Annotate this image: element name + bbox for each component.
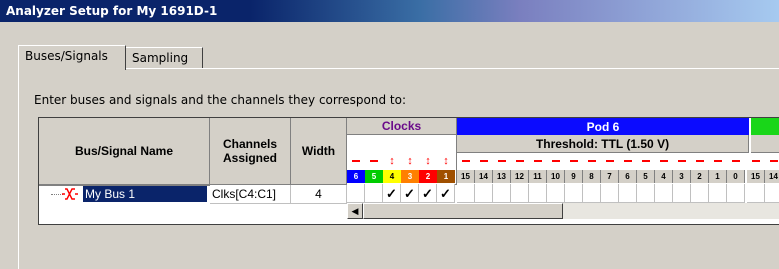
pod-channel-label: 11: [529, 170, 547, 183]
pod-channel-cell[interactable]: [457, 184, 475, 203]
pod-channel-cell[interactable]: [765, 184, 779, 203]
window-title: Analyzer Setup for My 1691D-1: [6, 4, 218, 18]
pod-6-threshold[interactable]: Threshold: TTL (1.50 V): [457, 135, 749, 153]
tab-sampling[interactable]: Sampling: [125, 47, 203, 68]
clock-check-cell[interactable]: ✓: [419, 184, 437, 203]
instructions-text: Enter buses and signals and the channels…: [34, 93, 407, 107]
pod-channel-cell[interactable]: [583, 184, 601, 203]
clock-label: 5: [365, 170, 383, 183]
pod-6-header: Pod 6: [457, 118, 749, 135]
pod-channel-label: 10: [547, 170, 565, 183]
pod-channel-marker[interactable]: [655, 152, 673, 170]
pod-channel-label: 15: [457, 170, 475, 183]
clock-check-cell[interactable]: ✓: [437, 184, 455, 203]
pod-channel-cell[interactable]: [529, 184, 547, 203]
clock-label: 4: [383, 170, 401, 183]
bus-name-field[interactable]: My Bus 1: [83, 186, 207, 202]
pod-channel-label: 14: [765, 170, 779, 183]
pod-channel-cell[interactable]: [475, 184, 493, 203]
clock-check-cell[interactable]: [347, 184, 365, 203]
clocks-header: Clocks: [347, 118, 457, 135]
pod-channel-marker[interactable]: [691, 152, 709, 170]
clock-edge-marker[interactable]: ↕: [401, 152, 419, 170]
pod-channel-label: 0: [727, 170, 745, 183]
pod-channel-label: 13: [493, 170, 511, 183]
pod-channel-marker[interactable]: [747, 152, 765, 170]
pod-channel-cell[interactable]: [547, 184, 565, 203]
pod-channel-marker[interactable]: [727, 152, 745, 170]
pod-channel-label: 9: [565, 170, 583, 183]
pod-channel-marker[interactable]: [765, 152, 779, 170]
pod-channel-cell[interactable]: [709, 184, 727, 203]
bus-icon: [62, 188, 78, 203]
table-row: My Bus 1: [39, 185, 210, 204]
pod-channel-marker[interactable]: [457, 152, 475, 170]
pod-channel-label: 2: [691, 170, 709, 183]
clock-label: 2: [419, 170, 437, 183]
clock-dash-marker[interactable]: [365, 152, 383, 170]
width-header: Width: [291, 118, 347, 185]
pod-channel-marker[interactable]: [709, 152, 727, 170]
scroll-thumb[interactable]: [363, 203, 563, 219]
pod-channel-cell[interactable]: [637, 184, 655, 203]
pod-channel-cell[interactable]: [673, 184, 691, 203]
pod-channel-cell[interactable]: [747, 184, 765, 203]
pod-channel-label: 1: [709, 170, 727, 183]
pod-channel-label: 14: [475, 170, 493, 183]
pod-channel-cell[interactable]: [565, 184, 583, 203]
bus-signal-name-header: Bus/Signal Name: [39, 118, 210, 185]
pod-channel-cell[interactable]: [727, 184, 745, 203]
pod-channel-marker[interactable]: [601, 152, 619, 170]
pod-channel-cell[interactable]: [601, 184, 619, 203]
pod-channel-label: 12: [511, 170, 529, 183]
pod-channel-marker[interactable]: [583, 152, 601, 170]
clock-edge-marker[interactable]: ↕: [383, 152, 401, 170]
pod-channel-marker[interactable]: [493, 152, 511, 170]
horizontal-scrollbar[interactable]: ◀: [347, 203, 779, 219]
pod-channel-label: 15: [747, 170, 765, 183]
clock-label: 1: [437, 170, 455, 183]
clock-edge-marker[interactable]: ↕: [437, 152, 455, 170]
channels-cell[interactable]: Clks[C4:C1]: [210, 185, 291, 204]
clock-dash-marker[interactable]: [347, 152, 365, 170]
next-pod-threshold: [751, 135, 779, 153]
pod-channel-marker[interactable]: [637, 152, 655, 170]
channels-assigned-header: Channels Assigned: [210, 118, 291, 185]
pod-channel-marker[interactable]: [619, 152, 637, 170]
pod-channel-label: 3: [673, 170, 691, 183]
pod-channel-cell[interactable]: [619, 184, 637, 203]
title-bar: Analyzer Setup for My 1691D-1: [0, 0, 779, 22]
width-cell: 4: [291, 185, 347, 204]
pod-channel-label: 7: [601, 170, 619, 183]
clock-check-cell[interactable]: ✓: [401, 184, 419, 203]
pod-channel-label: 4: [655, 170, 673, 183]
pod-channel-marker[interactable]: [529, 152, 547, 170]
pod-channel-marker[interactable]: [547, 152, 565, 170]
pod-channel-label: 6: [619, 170, 637, 183]
pod-channel-label: 8: [583, 170, 601, 183]
next-pod-header: [751, 118, 779, 135]
clock-edge-marker[interactable]: ↕: [419, 152, 437, 170]
clock-label: 3: [401, 170, 419, 183]
pod-channel-cell[interactable]: [511, 184, 529, 203]
pod-channel-cell[interactable]: [691, 184, 709, 203]
clock-label: 6: [347, 170, 365, 183]
clock-check-cell[interactable]: [365, 184, 383, 203]
tab-buses-signals[interactable]: Buses/Signals: [18, 45, 126, 70]
scroll-left-icon[interactable]: ◀: [347, 203, 363, 219]
pod-channel-cell[interactable]: [655, 184, 673, 203]
pod-channel-cell[interactable]: [493, 184, 511, 203]
clock-check-cell[interactable]: ✓: [383, 184, 401, 203]
pod-channel-label: 5: [637, 170, 655, 183]
pod-channel-marker[interactable]: [511, 152, 529, 170]
pod-channel-marker[interactable]: [565, 152, 583, 170]
pod-channel-marker[interactable]: [673, 152, 691, 170]
pod-channel-marker[interactable]: [475, 152, 493, 170]
